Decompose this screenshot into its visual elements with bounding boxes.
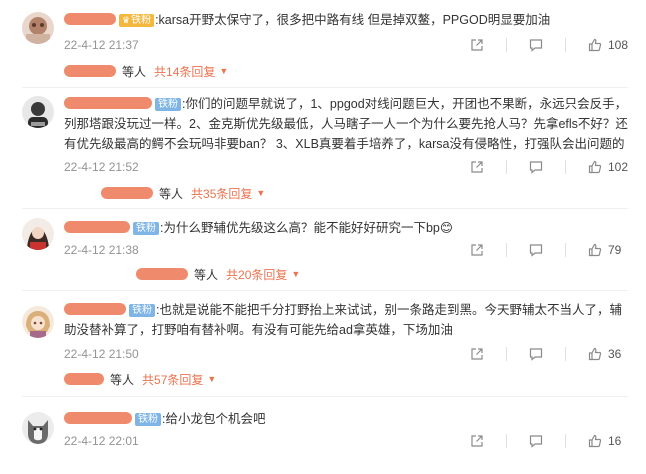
reply-suffix: 等人 [159,186,184,201]
divider [506,243,507,257]
like-count: 102 [607,160,628,174]
share-icon[interactable] [470,434,484,448]
badge-icon: ♛ [122,15,131,25]
caret-down-icon[interactable]: ▼ [291,269,300,279]
avatar[interactable] [22,96,54,128]
comment-icon[interactable] [529,38,543,52]
caret-down-icon[interactable]: ▼ [207,374,216,384]
comment-meta: 22-4-12 21:38 79 [64,240,628,260]
avatar[interactable] [22,12,54,44]
comment-actions: 102 [448,157,628,177]
reply-summary[interactable]: 等人 共20条回复 ▼ [136,264,300,284]
comment-text-block: 铁粉:给小龙包个机会吧 [64,409,628,429]
comment-text-block: 铁粉:也就是说能不能把千分打野抬上来试试，别一条路走到黑。今天野辅太不当人了，辅… [64,300,628,340]
divider [22,290,628,291]
share-icon[interactable] [470,160,484,174]
avatar[interactable] [22,306,54,338]
comment-text: :给小龙包个机会吧 [162,412,266,426]
thumbs-up-icon[interactable] [588,243,602,257]
share-icon[interactable] [470,243,484,257]
comment-text: :为什么野辅优先级这么高？能不能好好研究一下bp [160,221,440,235]
comment-actions: 36 [448,344,628,364]
reply-usernames[interactable] [64,373,104,385]
divider [22,396,628,397]
reply-count-link[interactable]: 共20条回复 [226,266,287,283]
timestamp: 22-4-12 21:37 [64,38,139,52]
comment-actions: 16 [448,431,628,451]
divider [22,87,628,88]
timestamp: 22-4-12 21:52 [64,160,139,174]
divider [564,160,566,174]
comment-icon[interactable] [529,347,543,361]
fan-badge[interactable]: 铁粉 [135,413,161,426]
reply-suffix: 等人 [194,267,219,282]
comment-meta: 22-4-12 21:52 102 [64,157,628,177]
username[interactable] [64,97,152,109]
caret-down-icon[interactable]: ▼ [219,66,228,76]
reply-suffix: 等人 [122,64,147,79]
username[interactable] [64,13,116,25]
comment-meta: 22-4-12 22:01 16 [64,431,628,451]
comment-text-block: ♛铁粉:karsa开野太保守了，很多把中路有线 但是掉双鳌，PPGOD明显要加油 [64,10,628,30]
avatar[interactable] [22,218,54,250]
fan-badge[interactable]: ♛铁粉 [119,14,155,27]
thumbs-up-icon[interactable] [588,38,602,52]
reply-summary[interactable]: 等人 共57条回复 ▼ [64,369,216,389]
like-count: 16 [608,434,622,448]
smile-emoji-icon: 😊 [439,221,453,235]
username[interactable] [64,303,126,315]
reply-count-link[interactable]: 共14条回复 [154,63,215,80]
comment-meta: 22-4-12 21:37 108 [64,35,628,55]
like-count: 108 [607,38,628,52]
reply-summary[interactable]: 等人 共14条回复 ▼ [64,61,228,81]
divider [565,243,566,257]
comment-icon[interactable] [529,434,543,448]
divider [505,160,507,174]
comment-icon[interactable] [529,243,543,257]
reply-summary[interactable]: 等人 共35条回复 ▼ [101,183,265,203]
comment-text-block: 铁粉:为什么野辅优先级这么高？能不能好好研究一下bp😊 [64,218,628,238]
timestamp: 22-4-12 22:01 [64,434,139,448]
timestamp: 22-4-12 21:38 [64,243,139,257]
reply-count-link[interactable]: 共35条回复 [191,185,252,202]
divider [506,347,507,361]
comment-actions: 79 [448,240,628,260]
reply-suffix: 等人 [110,372,135,387]
share-icon[interactable] [470,38,484,52]
thumbs-up-icon[interactable] [588,434,602,448]
reply-count-link[interactable]: 共57条回复 [142,371,203,388]
share-icon[interactable] [470,347,484,361]
divider [565,347,566,361]
thumbs-up-icon[interactable] [588,160,602,174]
username[interactable] [64,412,132,424]
like-count: 36 [608,347,622,361]
caret-down-icon[interactable]: ▼ [256,188,265,198]
reply-usernames[interactable] [136,268,188,280]
timestamp: 22-4-12 21:50 [64,347,139,361]
username[interactable] [64,221,130,233]
avatar[interactable] [22,412,54,444]
divider [506,434,507,448]
reply-usernames[interactable] [101,187,153,199]
reply-usernames[interactable] [64,65,116,77]
thumbs-up-icon[interactable] [588,347,602,361]
comment-meta: 22-4-12 21:50 36 [64,344,628,364]
like-count: 79 [608,243,622,257]
fan-badge[interactable]: 铁粉 [129,304,155,317]
divider [565,434,566,448]
divider [505,38,507,52]
comment-text: :karsa开野太保守了，很多把中路有线 但是掉双鳌，PPGOD明显要加油 [155,13,551,27]
divider [564,38,566,52]
fan-badge[interactable]: 铁粉 [133,222,159,235]
comment-icon[interactable] [529,160,543,174]
comment-text-block: 铁粉:你们的问题早就说了，1、ppgod对线问题巨大，开团也不果断，永远只会反手… [64,94,628,154]
divider [22,208,628,209]
comment-actions: 108 [448,35,628,55]
fan-badge[interactable]: 铁粉 [155,98,181,111]
